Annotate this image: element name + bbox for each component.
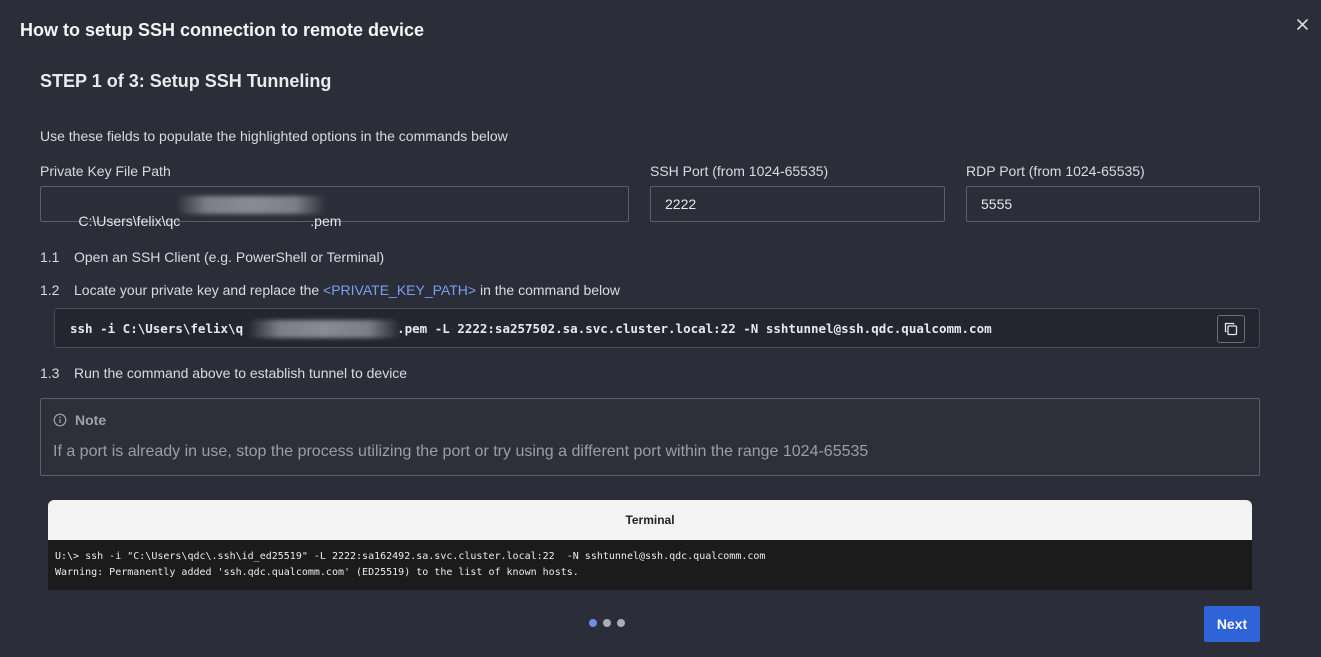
step-number: 1.3 bbox=[40, 365, 60, 381]
dialog-title: How to setup SSH connection to remote de… bbox=[20, 20, 425, 40]
rdp-port-label: RDP Port (from 1024-65535) bbox=[966, 163, 1145, 179]
terminal-output: U:\> ssh -i "C:\Users\qdc\.ssh\id_ed2551… bbox=[48, 540, 1252, 580]
private-key-value-start: C:\Users\felix\qc bbox=[78, 213, 181, 229]
rdp-port-input[interactable] bbox=[967, 187, 1259, 221]
step-1-2: 1.2 Locate your private key and replace t… bbox=[40, 282, 620, 298]
step-1-3: 1.3 Run the command above to establish tu… bbox=[40, 365, 407, 381]
close-button[interactable] bbox=[1292, 14, 1312, 34]
pagination-dot-active bbox=[589, 619, 597, 627]
step-1-1: 1.1 Open an SSH Client (e.g. PowerShell o… bbox=[40, 249, 384, 265]
redaction-blur bbox=[177, 196, 325, 214]
pagination-dot bbox=[617, 619, 625, 627]
ssh-port-field[interactable] bbox=[650, 186, 945, 222]
copy-icon bbox=[1224, 322, 1238, 336]
private-key-label: Private Key File Path bbox=[40, 163, 171, 179]
pagination-dot bbox=[603, 619, 611, 627]
step-pagination bbox=[589, 619, 625, 627]
step-text: Open an SSH Client (e.g. PowerShell or T… bbox=[74, 249, 385, 265]
step-number: 1.1 bbox=[40, 249, 60, 265]
step-title: STEP 1 of 3: Setup SSH Tunneling bbox=[40, 71, 332, 91]
next-button[interactable]: Next bbox=[1204, 606, 1260, 642]
private-key-placeholder: <PRIVATE_KEY_PATH> bbox=[323, 282, 477, 298]
private-key-field[interactable]: C:\Users\felix\qc .pem bbox=[40, 186, 629, 229]
ssh-command-block: ssh -i C:\Users\felix\q .pem -L 2222:sa25… bbox=[54, 308, 1260, 348]
redaction-blur bbox=[249, 320, 399, 338]
private-key-value-end: .pem bbox=[310, 213, 342, 229]
ssh-setup-dialog: How to setup SSH connection to remote de… bbox=[0, 0, 1321, 657]
step-text: Locate your private key and replace the bbox=[74, 282, 324, 298]
command-suffix: .pem -L 2222:sa257502.sa.svc.cluster.loc… bbox=[397, 321, 992, 336]
rdp-port-field[interactable] bbox=[966, 186, 1260, 222]
step-text: Run the command above to establish tunne… bbox=[74, 365, 408, 381]
step-text: in the command below bbox=[476, 282, 621, 298]
terminal-line: U:\> ssh -i "C:\Users\qdc\.ssh\id_ed2551… bbox=[55, 551, 766, 562]
note-title: Note bbox=[75, 412, 107, 428]
copy-command-button[interactable] bbox=[1217, 315, 1245, 343]
ssh-command-text: ssh -i C:\Users\felix\q .pem -L 2222:sa25… bbox=[70, 321, 992, 336]
terminal-title: Terminal bbox=[48, 500, 1252, 540]
step-number: 1.2 bbox=[40, 282, 60, 298]
ssh-port-label: SSH Port (from 1024-65535) bbox=[650, 163, 829, 179]
ssh-port-input[interactable] bbox=[651, 187, 944, 221]
instructions-text: Use these fields to populate the highlig… bbox=[40, 128, 508, 144]
close-icon bbox=[1296, 18, 1308, 30]
note-text: If a port is already in use, stop the pr… bbox=[53, 443, 869, 460]
terminal-example: Terminal U:\> ssh -i "C:\Users\qdc\.ssh\… bbox=[48, 500, 1252, 590]
info-icon bbox=[53, 413, 67, 427]
note-box: Note If a port is already in use, stop t… bbox=[40, 398, 1260, 476]
command-prefix: ssh -i C:\Users\felix\q bbox=[70, 321, 244, 336]
terminal-line: Warning: Permanently added 'ssh.qdc.qual… bbox=[55, 566, 579, 578]
